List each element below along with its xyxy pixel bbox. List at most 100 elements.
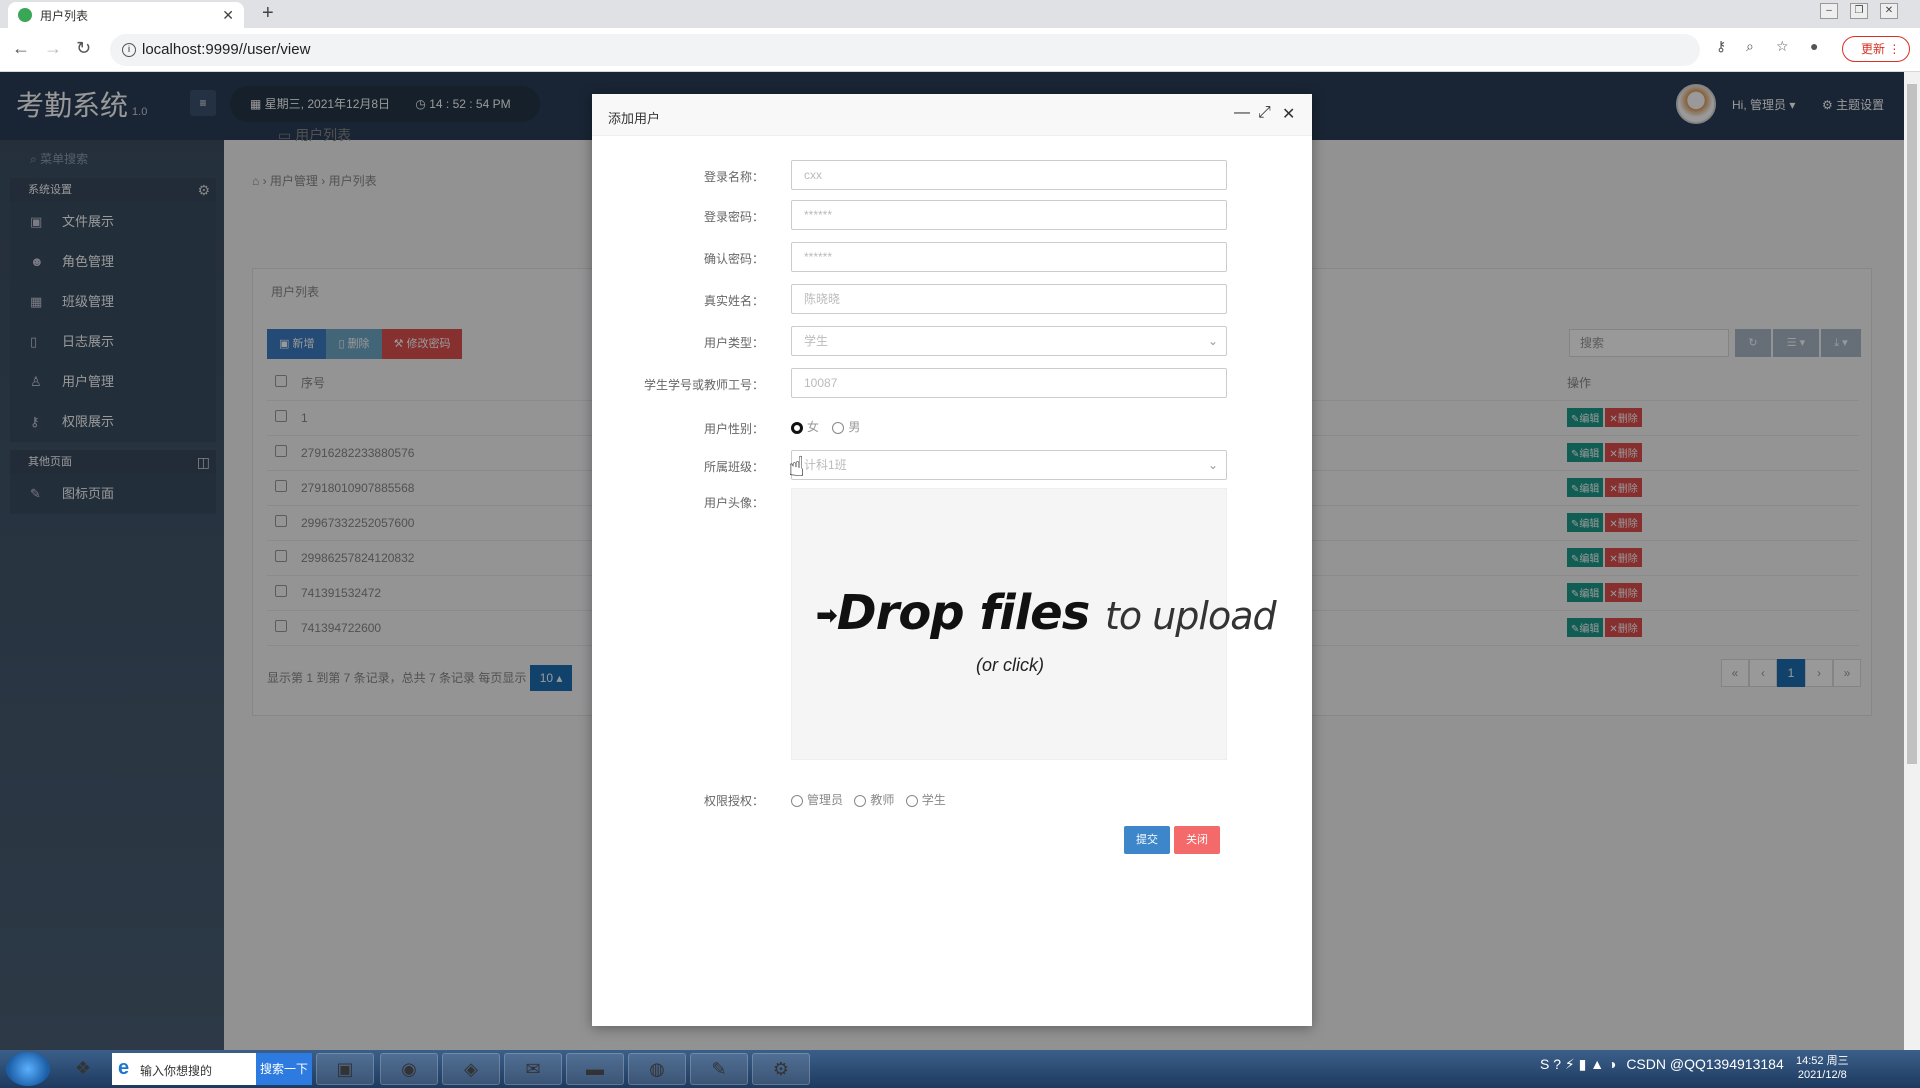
avatar-dropzone[interactable]: ➡Drop files to upload (or click) (791, 488, 1277, 760)
system-tray: S ? ⚡ ▮ ▲ ◑ CSDN @QQ1394913184 (1540, 1056, 1784, 1073)
taskbar-search-button[interactable]: 搜索一下 (256, 1053, 312, 1085)
gender-label: 用户性别： (703, 422, 764, 436)
browser-tab[interactable]: 用户列表 ✕ (8, 2, 244, 28)
field-login: 登录名称： cxx (592, 160, 1312, 190)
game-icon[interactable]: ◈ (442, 1053, 500, 1085)
gender-female-label: 女 (807, 420, 820, 434)
dropzone-rest: to upload (1105, 594, 1277, 638)
tab-title: 用户列表 (40, 8, 89, 23)
password-label: 登录密码： (703, 210, 764, 224)
clock-date: 2021/12/8 (1797, 1069, 1847, 1081)
chrome-icon[interactable]: ◍ (628, 1053, 686, 1085)
browser-tabbar: 用户列表 ✕ + – ❐ ✕ (0, 0, 1920, 28)
close-button[interactable]: 关闭 (1174, 826, 1220, 854)
back-icon[interactable]: ← (12, 38, 30, 59)
minimize-icon[interactable]: — (1234, 104, 1250, 122)
star-icon[interactable]: ☆ (1776, 38, 1789, 55)
wechat-icon[interactable]: ✉ (504, 1053, 562, 1085)
perm-student-label: 学生 (921, 793, 946, 807)
restore-icon[interactable]: ❐ (1850, 3, 1868, 19)
number-input[interactable]: 10087 (791, 368, 1227, 398)
dropzone-main: Drop files (836, 585, 1090, 641)
perm-teacher-label: 教师 (870, 793, 895, 807)
field-number: 学生学号或教师工号： 10087 (592, 368, 1312, 398)
gender-male-label: 男 (848, 420, 861, 434)
perm-student-radio[interactable] (905, 794, 918, 807)
number-label: 学生学号或教师工号： (643, 378, 764, 392)
permission-options: 管理员 教师 学生 (791, 791, 946, 808)
gender-male-radio[interactable] (832, 421, 845, 434)
hand-cursor-icon: ☝ (788, 451, 806, 482)
watermark: CSDN @QQ1394913184 (1626, 1056, 1784, 1072)
key-icon[interactable]: ⚷ (1716, 38, 1726, 55)
url-field[interactable]: i localhost:9999//user/view (110, 34, 1700, 66)
usertype-label: 用户类型： (703, 336, 764, 350)
close-icon[interactable]: ✕ (1282, 104, 1295, 124)
login-input[interactable]: cxx (791, 160, 1227, 190)
field-usertype: 用户类型： 学生 ⌄ (592, 326, 1312, 356)
update-label: 更新 (1861, 42, 1886, 56)
new-tab-button[interactable]: + (262, 2, 274, 25)
realname-label: 真实姓名： (703, 294, 764, 308)
field-realname: 真实姓名： 陈晓晓 (592, 284, 1312, 314)
ie-icon: e (118, 1057, 130, 1079)
field-password: 登录密码： ****** (592, 200, 1312, 230)
class-select[interactable]: 计科1班 ⌄ (791, 450, 1227, 480)
maximize-icon[interactable]: ⤢ (1258, 104, 1271, 122)
tray-icons[interactable]: S ? ⚡ ▮ ▲ ◑ (1540, 1056, 1620, 1072)
confirm-password-input[interactable]: ****** (791, 242, 1227, 272)
close-window-icon[interactable]: ✕ (1880, 3, 1898, 19)
scrollbar-thumb[interactable] (1907, 84, 1917, 764)
folder-icon[interactable]: ▬ (566, 1053, 624, 1085)
url-text: localhost:9999//user/view (142, 41, 311, 58)
favicon-icon (18, 8, 32, 22)
usertype-value: 学生 (804, 334, 829, 348)
submit-button[interactable]: 提交 (1124, 826, 1170, 854)
add-user-modal: 添加用户 — ⤢ ✕ 登录名称： cxx 登录密码： ****** 确认密码： … (592, 94, 1312, 1026)
firefox-icon[interactable]: ◉ (380, 1053, 438, 1085)
address-bar: ← → ↻ i localhost:9999//user/view ⚷ ⌕ ☆ … (0, 28, 1920, 72)
start-button[interactable] (6, 1052, 50, 1086)
taskbar-search-text: 输入你想搜的 (140, 1064, 213, 1078)
field-permissions: 权限授权： 管理员 教师 学生 (592, 784, 1312, 814)
gender-female-radio[interactable] (791, 421, 803, 434)
arrow-right-icon: ➡ (816, 601, 838, 631)
minimize-icon[interactable]: – (1820, 3, 1838, 19)
modal-header: 添加用户 — ⤢ ✕ (592, 94, 1312, 136)
update-button[interactable]: 更新 ⋮ (1842, 36, 1910, 62)
zoom-icon[interactable]: ⌕ (1746, 38, 1754, 55)
forward-icon[interactable]: → (44, 38, 62, 59)
notes-icon[interactable]: ✎ (690, 1053, 748, 1085)
page-scrollbar[interactable] (1904, 72, 1920, 1050)
login-label: 登录名称： (703, 170, 764, 184)
info-icon[interactable]: i (122, 43, 136, 57)
avatar-label: 用户头像： (703, 496, 764, 510)
tool-icon[interactable]: ⚙ (752, 1053, 810, 1085)
reload-icon[interactable]: ↻ (76, 38, 91, 59)
modal-title: 添加用户 (608, 111, 661, 126)
dropzone-text: ➡Drop files to upload (816, 585, 1277, 641)
taskbar-search[interactable]: e 输入你想搜的 搜索一下 (112, 1053, 312, 1085)
usertype-select[interactable]: 学生 ⌄ (791, 326, 1227, 356)
field-gender: 用户性别： 女 男 (592, 412, 1312, 442)
password-input[interactable]: ****** (791, 200, 1227, 230)
field-class: 所属班级： 计科1班 ⌄ (592, 450, 1312, 480)
profile-icon[interactable]: ● (1810, 38, 1818, 54)
perm-teacher-radio[interactable] (854, 794, 867, 807)
perm-admin-radio[interactable] (791, 794, 803, 807)
class-label: 所属班级： (703, 460, 764, 474)
gender-options: 女 男 (791, 418, 860, 435)
chevron-down-icon: ⌄ (1207, 458, 1218, 472)
dropzone-sub: (or click) (976, 655, 1044, 675)
realname-input[interactable]: 陈晓晓 (791, 284, 1227, 314)
confirm-password-label: 确认密码： (703, 252, 764, 266)
intellij-icon[interactable]: ▣ (316, 1053, 374, 1085)
class-value: 计科1班 (804, 458, 847, 472)
permissions-label: 权限授权： (703, 794, 764, 808)
windows-logo-icon[interactable]: ❖ (60, 1053, 106, 1085)
clock-time: 14:52 周三 (1796, 1055, 1849, 1067)
perm-admin-label: 管理员 (807, 793, 844, 807)
taskbar-clock[interactable]: 14:52 周三 2021/12/8 (1796, 1054, 1849, 1082)
close-tab-icon[interactable]: ✕ (222, 7, 234, 24)
chevron-down-icon: ⌄ (1207, 334, 1218, 348)
